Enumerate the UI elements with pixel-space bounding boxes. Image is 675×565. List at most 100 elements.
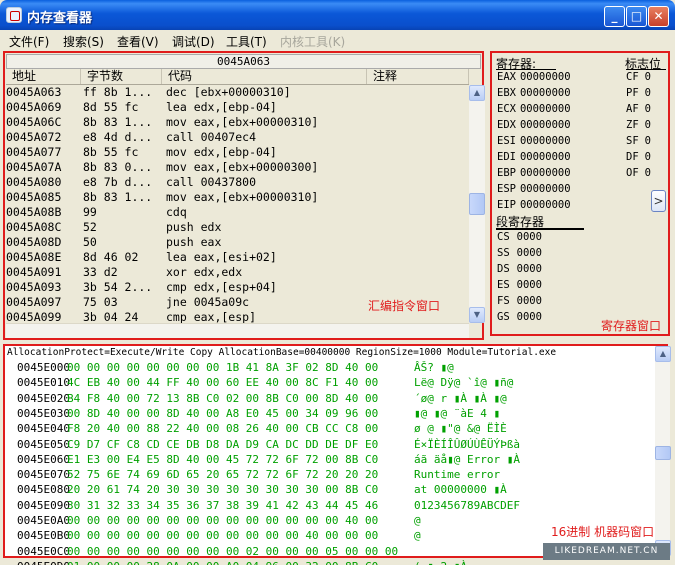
register-ebp[interactable]: EBP 00000000 [497,167,571,179]
disasm-address: 0045A07A [6,160,62,174]
disassembler-annotation: 汇编指令窗口 [368,299,441,313]
flag-of[interactable]: OF 0 [626,167,651,179]
register-panel: 寄存器: 标志位 EAX 00000000 EBX 00000000 ECX 000000… [490,51,670,336]
hex-ascii: Runtime error [414,468,501,482]
column-comment[interactable]: 注释 [367,69,469,84]
hex-address: 0045E040 [17,422,70,436]
flag-sf[interactable]: SF 0 [626,135,651,147]
flag-name: ZF [626,119,639,131]
register-eax[interactable]: EAX 00000000 [497,71,571,83]
menu-search[interactable]: 搜索(S) [63,33,104,50]
flag-name: CF [626,71,639,83]
register-name: EAX [497,71,516,83]
flag-af[interactable]: AF 0 [626,103,651,115]
close-button[interactable]: ✕ [648,6,669,27]
disassembler-horizontal-scrollbar[interactable] [6,323,469,338]
hex-bytes: 00 8D 40 00 00 8D 40 00 A8 E0 45 00 34 0… [67,406,379,420]
hex-bytes: E1 E3 00 E4 E5 8D 40 00 45 72 72 6F 72 0… [67,452,379,466]
segment-name: GS [497,311,510,323]
segment-gs[interactable]: GS 0000 [497,311,542,323]
segment-name: SS [497,247,510,259]
flag-zf[interactable]: ZF 0 [626,119,651,131]
hex-address: 0045E000 [17,361,70,374]
flag-name: PF [626,87,639,99]
segment-value: 0000 [516,231,542,243]
flag-cf[interactable]: CF 0 [626,71,651,83]
hex-vertical-scrollbar[interactable]: ▲ ▼ [655,346,671,556]
column-address[interactable]: 地址 [6,69,81,84]
register-value: 00000000 [519,119,571,131]
scroll-up-button[interactable]: ▲ [469,85,485,101]
register-edi[interactable]: EDI 00000000 [497,151,571,163]
hex-bytes: 30 31 32 33 34 35 36 37 38 39 41 42 43 4… [67,498,379,512]
scroll-thumb[interactable] [469,193,485,215]
window-title: 内存查看器 [27,11,93,26]
menu-view[interactable]: 查看(V) [117,33,159,50]
disassembler-vertical-scrollbar[interactable]: ▲ ▼ [469,85,485,323]
minimize-button[interactable]: _ [604,6,625,27]
disasm-code: push eax [166,235,222,249]
hex-ascii: áã äå▮@ Error ▮À [414,452,520,466]
register-name: ECX [497,103,516,115]
flag-name: OF [626,167,639,179]
hex-address: 0045E060 [17,452,70,466]
register-ebx[interactable]: EBX 00000000 [497,87,571,99]
column-code[interactable]: 代码 [162,69,367,84]
register-header-underline [496,69,556,70]
disasm-code: lea edx,[ebp-04] [166,100,277,114]
disasm-code: cmp edx,[esp+04] [166,280,277,294]
hex-address: 0045E0C0 [17,544,70,558]
register-esi[interactable]: ESI 00000000 [497,135,571,147]
scroll-down-button[interactable]: ▼ [469,307,485,323]
disassembler-list[interactable]: 0045A063 ff 8b 1... dec [ebx+00000310] 0045… [6,85,469,323]
segment-value: 0000 [516,295,542,307]
flag-value: 0 [644,87,651,99]
hex-bytes: C9 D7 CF C8 CD CE DB D8 DA D9 CA DC DD D… [67,437,379,451]
menu-file[interactable]: 文件(F) [9,33,49,50]
hex-scroll-up-button[interactable]: ▲ [655,346,671,362]
flag-df[interactable]: DF 0 [626,151,651,163]
segment-value: 0000 [516,247,542,259]
flag-name: DF [626,151,639,163]
register-name: EDX [497,119,516,131]
menu-tools[interactable]: 工具(T) [226,33,267,50]
hex-ascii: ´ø@ r ▮À ▮À ▮@ [414,391,507,405]
segment-ds[interactable]: DS 0000 [497,263,542,275]
flag-value: 0 [644,119,651,131]
register-ecx[interactable]: ECX 00000000 [497,103,571,115]
register-value: 00000000 [519,103,571,115]
expand-registers-button[interactable]: > [651,190,666,212]
flag-pf[interactable]: PF 0 [626,87,651,99]
disasm-code: call 00407ec4 [166,130,257,144]
segment-ss[interactable]: SS 0000 [497,247,542,259]
segment-cs[interactable]: CS 0000 [497,231,542,243]
register-name: EIP [497,199,516,211]
column-bytes[interactable]: 字节数 [81,69,162,84]
maximize-button[interactable]: □ [626,6,647,27]
disasm-address: 0045A08B [6,205,62,219]
register-edx[interactable]: EDX 00000000 [497,119,571,131]
flag-name: SF [626,135,639,147]
segment-name: DS [497,263,510,275]
memory-region-info: AllocationProtect=Execute/Write Copy All… [7,347,557,358]
menu-debug[interactable]: 调试(D) [172,33,215,50]
segment-fs[interactable]: FS 0000 [497,295,542,307]
register-value: 00000000 [519,183,571,195]
register-eip[interactable]: EIP 00000000 [497,199,571,211]
hex-ascii: @ [414,514,421,527]
register-esp[interactable]: ESP 00000000 [497,183,571,195]
disasm-bytes: 99 [83,205,97,219]
hex-scroll-thumb[interactable] [655,446,671,460]
current-address-bar: 0045A063 [6,54,481,69]
title-bar[interactable]: 内存查看器 _ □ ✕ [0,0,675,30]
hex-ascii: ÂŠ? ▮@ [414,361,454,374]
register-name: ESP [497,183,516,195]
register-value: 00000000 [519,135,571,147]
hex-bytes: F8 20 40 00 88 22 40 00 08 26 40 00 CB C… [67,422,379,436]
hex-bytes: 52 75 6E 74 69 6D 65 20 65 72 72 6F 72 2… [67,468,379,482]
disasm-bytes: 8d 55 fc [83,100,139,114]
hex-address: 0045E030 [17,406,70,420]
segment-es[interactable]: ES 0000 [497,279,542,291]
disasm-code: mov eax,[ebx+00000310] [166,115,319,129]
hex-ascii: Lë@ Dÿ@ `î@ ▮ñ@ [414,376,514,390]
